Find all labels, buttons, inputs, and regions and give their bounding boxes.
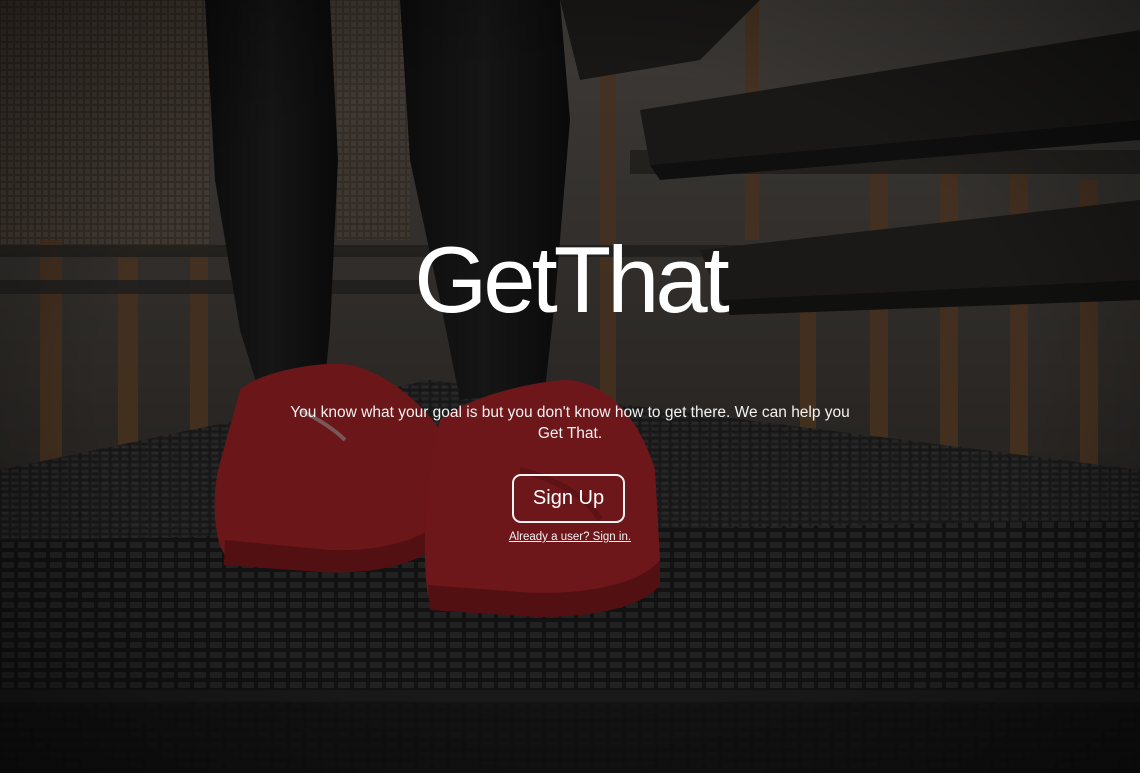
hero-tagline: You know what your goal is but you don't… [290, 404, 850, 442]
signup-button[interactable]: Sign Up [512, 474, 625, 523]
brand-title: GetThat [414, 227, 730, 332]
hero-section: GetThat You know what your goal is but y… [0, 0, 1140, 773]
signin-link[interactable]: Already a user? Sign in. [0, 531, 1140, 543]
hero-content: GetThat You know what your goal is but y… [0, 0, 1140, 773]
